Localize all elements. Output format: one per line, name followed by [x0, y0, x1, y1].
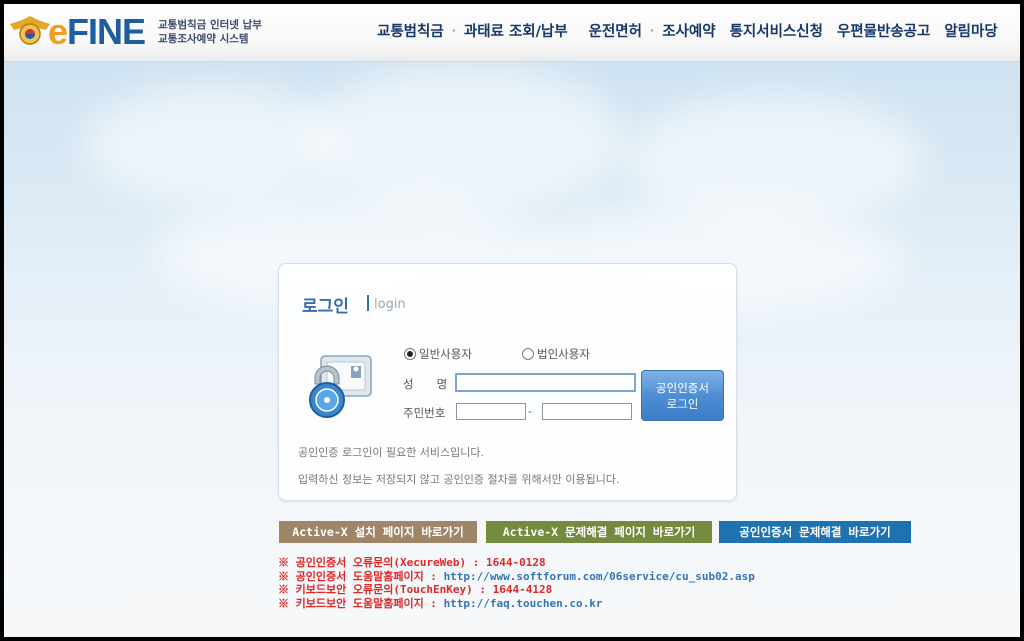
brand-rest: FINE	[67, 11, 146, 52]
header: eFINE 교통범칙금 인터넷 납부 교통조사예약 시스템 교통범칙금 · 과태…	[4, 4, 1020, 62]
brand-subtitle-line2: 교통조사예약 시스템	[158, 33, 249, 45]
brand-subtitle: 교통범칙금 인터넷 납부 교통조사예약 시스템	[158, 18, 262, 46]
name-label: 성 명	[403, 377, 448, 391]
cert-error-contact: ※ 공인인증서 오류문의(XecureWeb) : 1644-0128	[278, 556, 546, 569]
keyboard-help-label: ※ 키보드보안 도움말홈페이지 :	[278, 596, 444, 610]
cert-login-button-line2: 로그인	[666, 397, 699, 411]
login-panel: 로그인 login 일반사용자 법인사용자 성 명 주민번호 - 공인인증서 로…	[278, 263, 737, 501]
police-emblem-icon	[10, 16, 50, 45]
cert-help-label: ※ 공인인증서 도움말홈페이지 :	[278, 569, 444, 583]
ssn-dash: -	[528, 405, 532, 418]
certificate-lock-icon	[309, 355, 372, 418]
privacy-note: 입력하신 정보는 저장되지 않고 공인인증 절차를 위해서만 이용됩니다.	[298, 473, 620, 486]
cert-troubleshoot-button[interactable]: 공인인증서 문제해결 바로가기	[719, 521, 911, 543]
name-input[interactable]	[455, 373, 636, 392]
ssn-label: 주민번호	[403, 406, 446, 420]
nav-item-penalty-inquiry[interactable]: 과태료 조회/납부	[457, 20, 575, 41]
activex-troubleshoot-button[interactable]: Active-X 문제해결 페이지 바로가기	[486, 521, 712, 543]
nav-item-returned-mail[interactable]: 우편물반송공고	[830, 20, 937, 41]
radio-corporate-user-label: 법인사용자	[537, 347, 590, 361]
title-divider	[367, 295, 369, 311]
login-subtitle: login	[374, 297, 406, 312]
brand-subtitle-line1: 교통범칙금 인터넷 납부	[158, 19, 262, 31]
radio-button-unchecked[interactable]	[522, 348, 534, 360]
ssn-back-input[interactable]	[542, 403, 632, 420]
cert-required-note: 공인인증 로그인이 필요한 서비스입니다.	[298, 446, 485, 459]
nav-item-driver-license[interactable]: 운전면허	[575, 20, 649, 41]
radio-general-user-label: 일반사용자	[419, 347, 472, 361]
nav-item-notification-service[interactable]: 통지서비스신청	[723, 20, 830, 41]
help-info: ※ 공인인증서 오류문의(XecureWeb) : 1644-0128 ※ 공인…	[278, 556, 755, 610]
brand-name: eFINE	[48, 11, 146, 52]
cert-login-button[interactable]: 공인인증서 로그인	[641, 370, 724, 421]
cloud-decoration	[304, 64, 624, 214]
nav-item-traffic-fine[interactable]: 교통범칙금	[370, 20, 451, 41]
activex-install-button[interactable]: Active-X 설치 페이지 바로가기	[279, 521, 477, 543]
radio-button-checked[interactable]	[404, 348, 416, 360]
keyboard-error-contact: ※ 키보드보안 오류문의(TouchEnKey) : 1644-4128	[278, 583, 553, 596]
radio-general-user[interactable]: 일반사용자	[404, 346, 472, 362]
site-logo[interactable]: eFINE 교통범칙금 인터넷 납부 교통조사예약 시스템	[8, 11, 262, 54]
keyboard-help-link[interactable]: http://faq.touchen.co.kr	[444, 597, 603, 610]
radio-corporate-user[interactable]: 법인사용자	[522, 346, 590, 362]
ssn-front-input[interactable]	[456, 403, 526, 420]
cert-login-button-line1: 공인인증서	[656, 381, 709, 395]
cert-help-link[interactable]: http://www.softforum.com/06service/cu_su…	[444, 570, 755, 583]
nav-item-investigation-reservation[interactable]: 조사예약	[655, 20, 722, 41]
login-title: 로그인	[302, 297, 349, 317]
nav-item-notices[interactable]: 알림마당	[937, 20, 1004, 41]
page: eFINE 교통범칙금 인터넷 납부 교통조사예약 시스템 교통범칙금 · 과태…	[4, 4, 1020, 637]
main-nav: 교통범칙금 · 과태료 조회/납부 운전면허 · 조사예약 통지서비스신청 우편…	[370, 20, 1005, 41]
